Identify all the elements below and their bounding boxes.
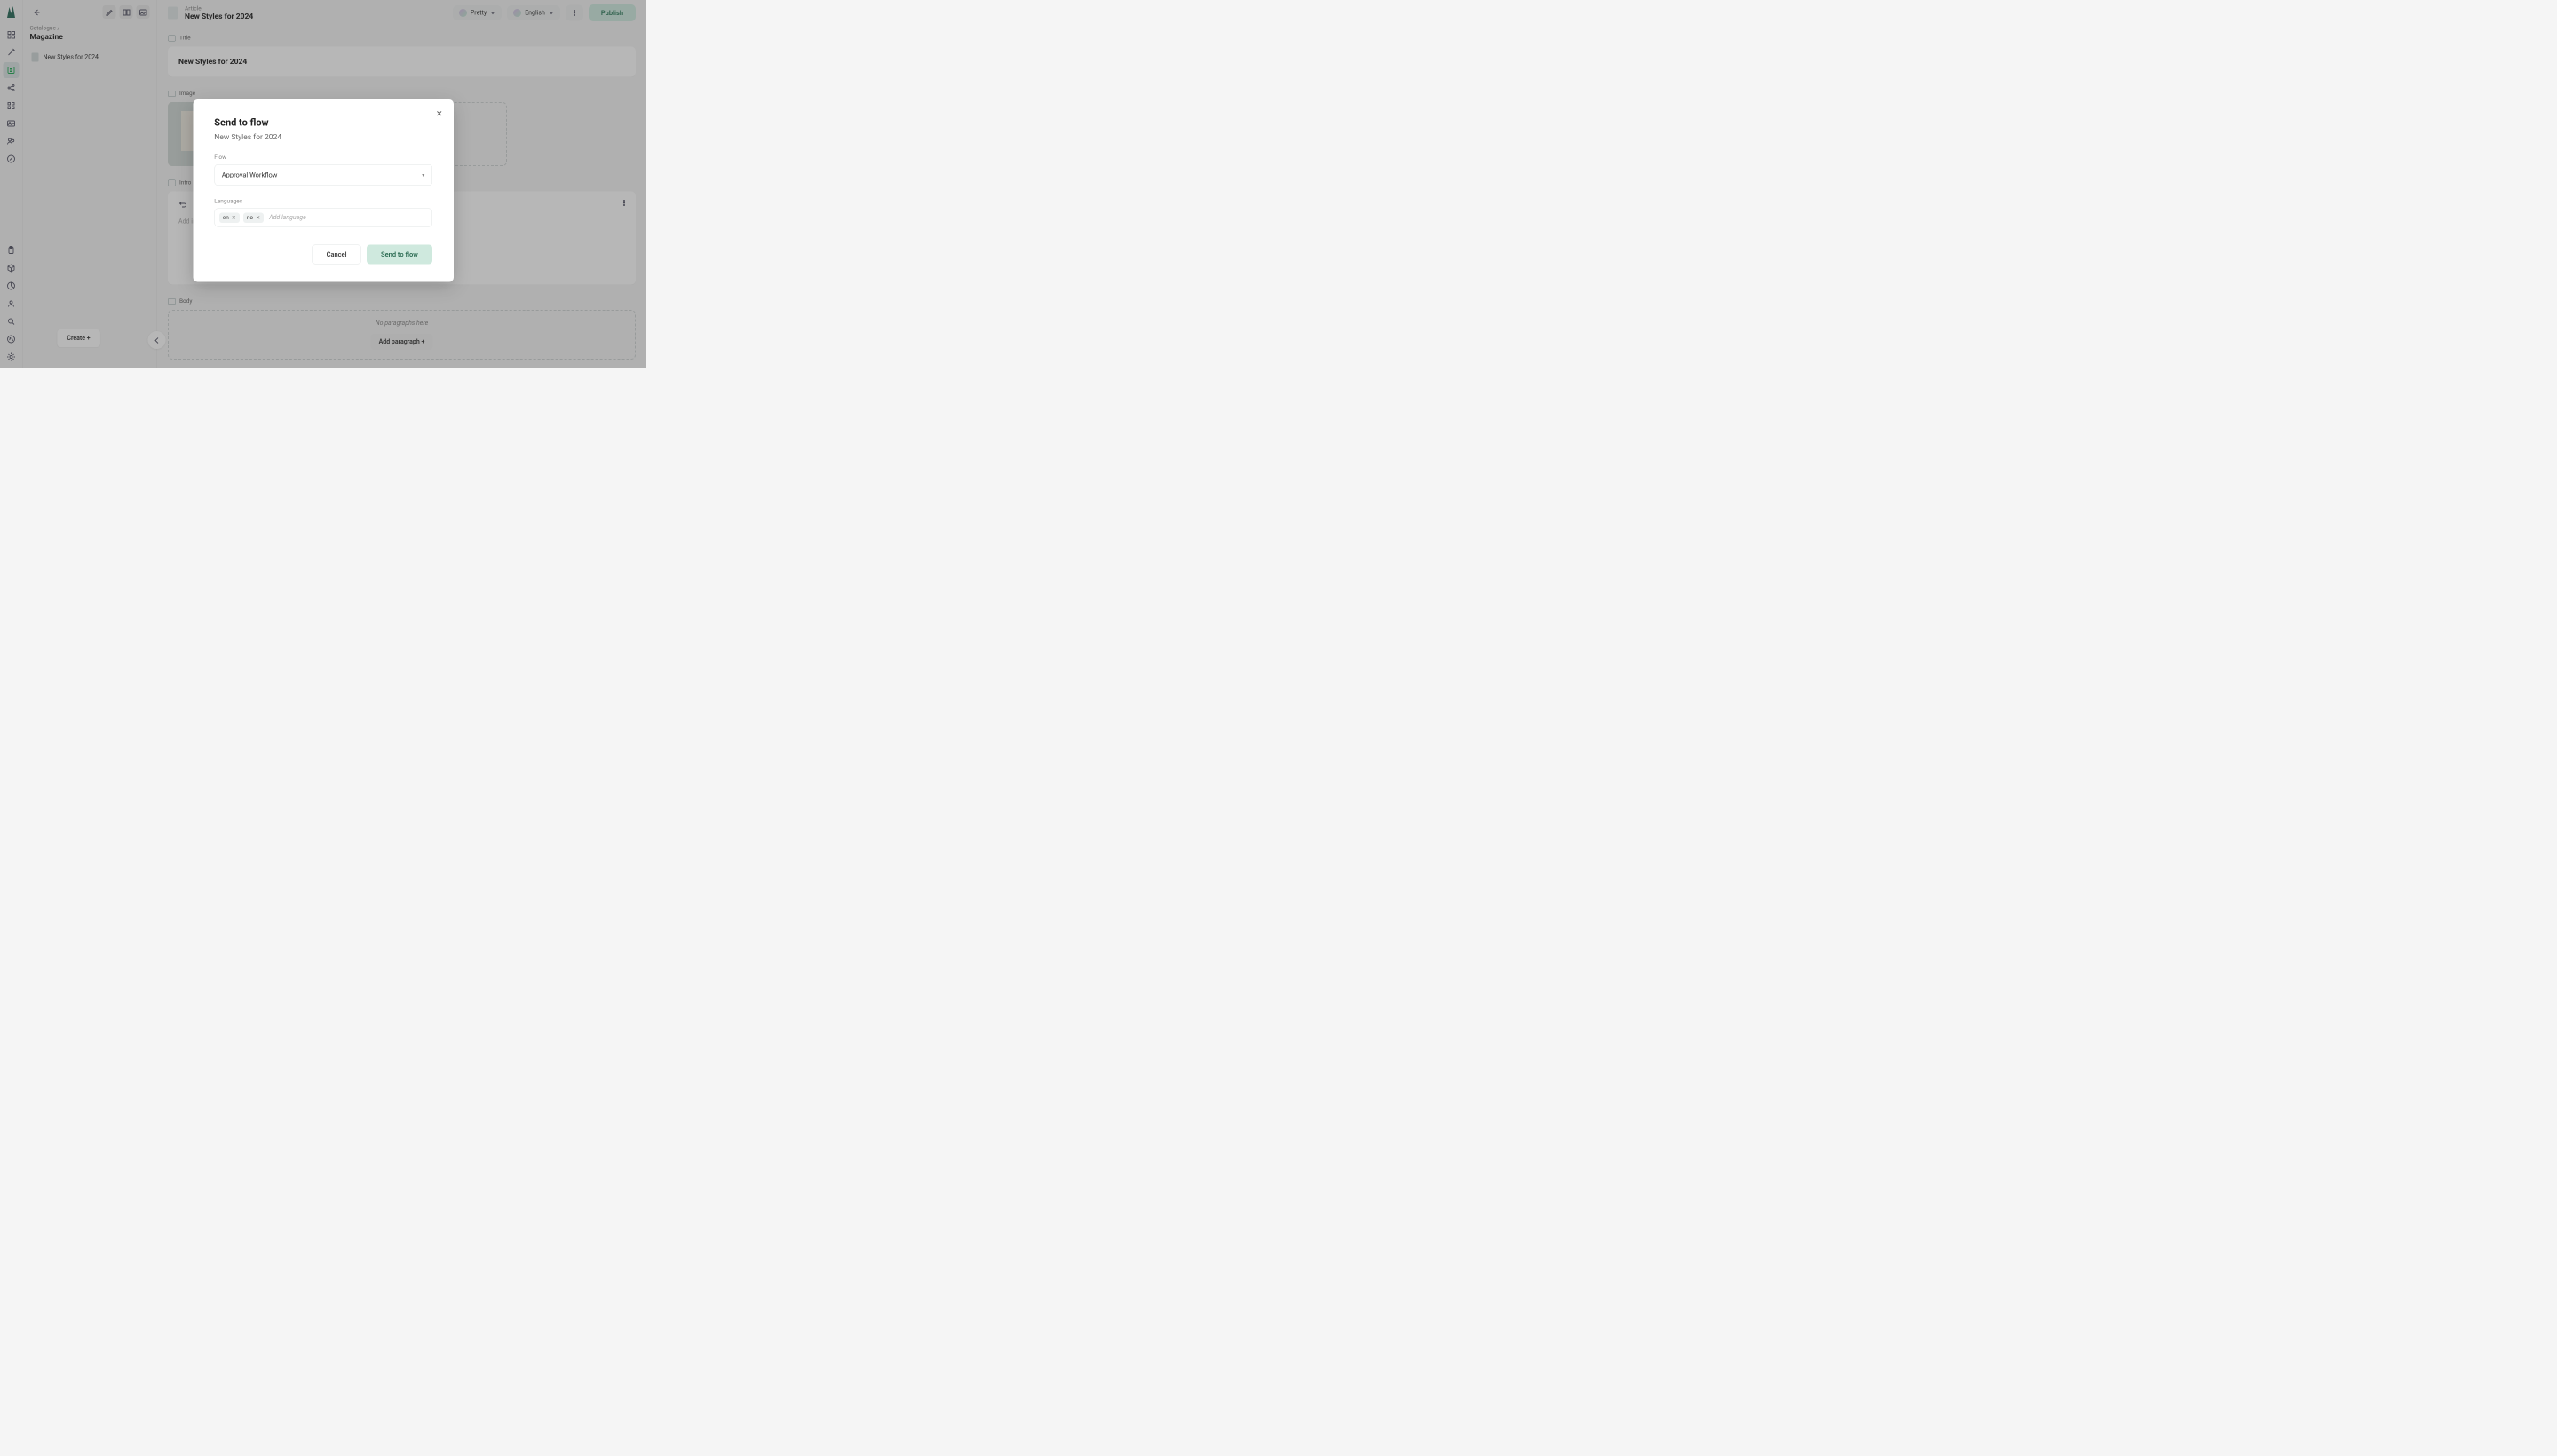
language-tag: no ✕ xyxy=(243,212,264,223)
flow-select[interactable]: Approval Workflow ▾ xyxy=(214,164,432,186)
languages-input[interactable]: en ✕ no ✕ Add language xyxy=(214,209,432,227)
remove-tag-button[interactable]: ✕ xyxy=(256,215,260,221)
language-tag: en ✕ xyxy=(219,212,240,223)
chevron-down-icon: ▾ xyxy=(422,172,424,178)
app-root: Catalogue / Magazine New Styles for 2024… xyxy=(0,0,646,368)
language-tag-label: en xyxy=(223,214,229,221)
send-to-flow-button[interactable]: Send to flow xyxy=(367,245,432,265)
send-to-flow-modal: ✕ Send to flow New Styles for 2024 Flow … xyxy=(193,99,454,282)
close-icon: ✕ xyxy=(436,109,443,119)
close-button[interactable]: ✕ xyxy=(434,108,445,119)
language-tag-label: no xyxy=(247,214,253,221)
flow-selected-value: Approval Workflow xyxy=(222,171,278,179)
modal-scrim[interactable]: ✕ Send to flow New Styles for 2024 Flow … xyxy=(0,0,646,368)
modal-subtitle: New Styles for 2024 xyxy=(214,133,432,142)
remove-tag-button[interactable]: ✕ xyxy=(232,215,236,221)
cancel-button[interactable]: Cancel xyxy=(312,245,361,265)
languages-field-label: Languages xyxy=(214,198,432,205)
flow-field-label: Flow xyxy=(214,154,432,162)
modal-actions: Cancel Send to flow xyxy=(214,245,432,265)
modal-title: Send to flow xyxy=(214,117,432,129)
language-input-placeholder: Add language xyxy=(267,212,427,223)
